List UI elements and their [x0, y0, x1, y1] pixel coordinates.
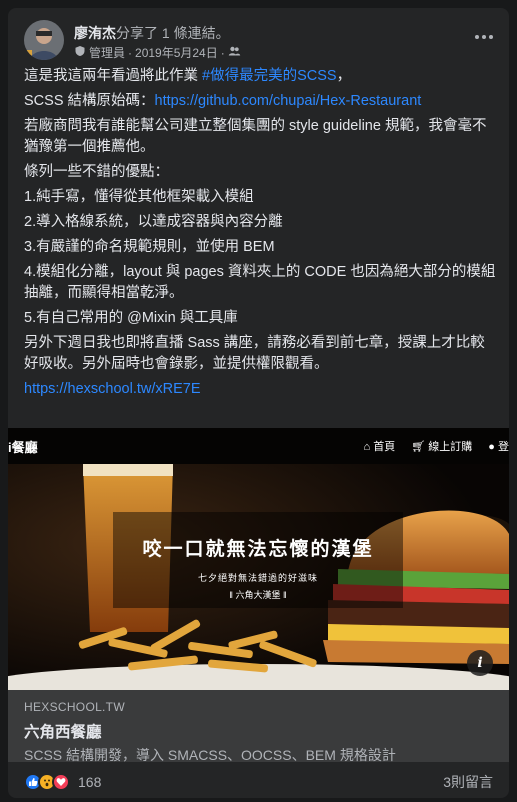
link-preview-meta[interactable]: HEXSCHOOL.TW 六角西餐廳 SCSS 結構開發，導入 SMACSS、O…	[8, 690, 509, 763]
author-line: 廖洧杰分享了 1 條連結。	[74, 23, 230, 43]
body-paragraph-10: 另外下週日我也即將直播 Sass 講座，請務必看到前七章，授課上才比較好吸收。另…	[24, 335, 485, 372]
preview-hero-tag: ǁ 六角大漢堡 ǁ	[113, 588, 403, 601]
preview-hero-title: 咬一口就無法忘懷的漢堡	[142, 539, 374, 560]
author-avatar[interactable]	[24, 20, 64, 60]
more-options-button[interactable]	[469, 24, 499, 48]
preview-nav-login-label: 登	[498, 441, 509, 453]
reaction-summary[interactable]: 168	[24, 773, 101, 791]
love-reaction-icon	[52, 773, 70, 791]
body-text-2: SCSS 結構原始碼：	[24, 93, 155, 109]
preview-hero-caption: 咬一口就無法忘懷的漢堡 七夕絕對無法錯過的好滋味 ǁ 六角大漢堡 ǁ	[113, 512, 403, 608]
preview-nav-order-label: 線上訂購	[428, 441, 473, 453]
preview-nav-login: ● 登	[488, 438, 509, 454]
body-paragraph-4: 條列一些不錯的優點：	[24, 164, 169, 180]
group-icon	[228, 45, 241, 60]
post-card: 廖洧杰分享了 1 條連結。 管理員 · 2019年5月24日 · 這是我這兩年看…	[8, 8, 509, 798]
author-name[interactable]: 廖洧杰	[74, 25, 116, 41]
preview-hero-tag-label: 六角大漢堡	[235, 590, 281, 600]
preview-navbar: i餐廳 ⌂ 首頁 🛒︎ 線上訂購 ● 登	[8, 428, 509, 464]
preview-nav-home: ⌂ 首頁	[364, 438, 396, 454]
preview-nav-home-label: 首頁	[373, 441, 396, 453]
body-paragraph-7: 3.有嚴謹的命名規範規則，並使用 BEM	[24, 239, 275, 255]
post-meta: 管理員 · 2019年5月24日 ·	[74, 44, 241, 61]
post-body: 這是我這兩年看過將此作業 #做得最完美的SCSS， SCSS 結構原始碼：htt…	[24, 66, 496, 404]
body-paragraph-9: 5.有自己常用的 @Mixin 與工具庫	[24, 310, 238, 326]
link-domain: HEXSCHOOL.TW	[24, 700, 125, 714]
cutlery-icon-2: ǁ	[283, 590, 287, 600]
preview-nav-links: ⌂ 首頁 🛒︎ 線上訂購 ● 登	[364, 438, 509, 454]
post-header: 廖洧杰分享了 1 條連結。 管理員 · 2019年5月24日 ·	[24, 20, 493, 64]
meta-separator-2: ·	[220, 45, 225, 60]
body-paragraph-2: SCSS 結構原始碼：https://github.com/chupai/Hex…	[24, 91, 496, 112]
link-description: SCSS 結構開發，導入 SMACSS、OOCSS、BEM 規格設計	[24, 747, 396, 763]
hashtag-link[interactable]: #做得最完美的SCSS	[202, 68, 337, 84]
comment-count-link[interactable]: 3則留言	[443, 772, 493, 792]
info-icon: i	[477, 655, 483, 671]
body-paragraph-5: 1.純手寫，懂得從其他框架載入模組	[24, 189, 254, 205]
preview-nav-order: 🛒︎ 線上訂購	[411, 438, 472, 454]
body-paragraph-8: 4.模組化分離，layout 與 pages 資料夾上的 CODE 也因為絕大部…	[24, 264, 496, 301]
link-title: 六角西餐廳	[24, 724, 102, 741]
body-paragraph-1: 這是我這兩年看過將此作業 #做得最完美的SCSS，	[24, 66, 496, 87]
preview-brand: i餐廳	[8, 440, 38, 455]
reaction-count: 168	[78, 774, 102, 790]
body-paragraph-6: 2.導入格線系統，以達成容器與內容分離	[24, 214, 283, 230]
preview-hero-subtitle: 七夕絕對無法錯過的好滋味	[197, 573, 318, 583]
cart-icon: 🛒︎	[411, 441, 426, 453]
user-icon: ●	[488, 441, 495, 453]
home-icon: ⌂	[363, 441, 371, 453]
role-label: 管理員	[89, 46, 126, 60]
body-text-1: 這是我這兩年看過將此作業	[24, 68, 203, 84]
more-options-icon	[474, 27, 494, 45]
post-footer: 168 3則留言	[24, 770, 493, 794]
github-link[interactable]: https://github.com/chupai/Hex-Restaurant	[155, 93, 422, 109]
cutlery-icon: ǁ	[229, 590, 233, 600]
shield-icon	[74, 45, 86, 60]
hexschool-short-link[interactable]: https://hexschool.tw/xRE7E	[24, 381, 201, 397]
body-paragraph-11: https://hexschool.tw/xRE7E	[24, 379, 496, 400]
post-date[interactable]: 2019年5月24日	[135, 44, 218, 61]
info-button[interactable]: i	[467, 650, 493, 676]
share-action-text: 分享了 1 條連結。	[116, 25, 230, 41]
body-paragraph-3: 若廠商問我有誰能幫公司建立整個集團的 style guideline 規範，我會…	[24, 118, 487, 155]
preview-hero: 咬一口就無法忘懷的漢堡 七夕絕對無法錯過的好滋味 ǁ 六角大漢堡 ǁ	[8, 464, 509, 690]
meta-separator: ·	[128, 45, 133, 60]
link-preview-image[interactable]: i餐廳 ⌂ 首頁 🛒︎ 線上訂購 ● 登 咬一口就無法忘懷的漢堡 七夕絕對無法錯…	[8, 428, 509, 690]
body-text-1-end: ，	[336, 68, 352, 84]
